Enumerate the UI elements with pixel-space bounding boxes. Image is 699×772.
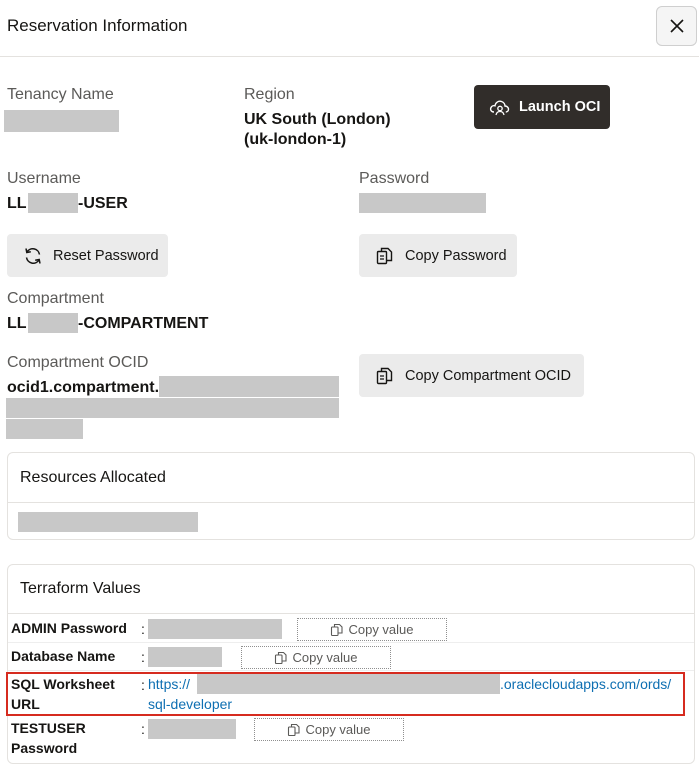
tf-colon: : — [141, 649, 145, 665]
resources-separator — [8, 502, 694, 503]
resources-allocated-title: Resources Allocated — [20, 469, 166, 486]
tf-colon: : — [141, 621, 145, 637]
tf-row-divider — [8, 670, 694, 671]
tf-admin-password-redacted — [148, 619, 282, 639]
tf-colon: : — [141, 721, 145, 737]
copy-icon — [375, 246, 395, 266]
copy-icon — [287, 723, 301, 737]
copy-password-label: Copy Password — [405, 247, 507, 264]
sql-worksheet-url-start[interactable]: https:// — [148, 674, 190, 694]
close-button[interactable] — [656, 6, 697, 46]
sql-worksheet-url-line2[interactable]: sql-developer — [148, 694, 232, 714]
sql-worksheet-url-redacted — [197, 674, 500, 694]
compartment-prefix: LL — [7, 315, 27, 332]
tf-testuser-password-copy-button[interactable]: Copy value — [254, 718, 404, 741]
reset-password-button[interactable]: Reset Password — [7, 234, 168, 277]
refresh-icon — [23, 246, 43, 266]
password-value-redacted — [359, 193, 486, 213]
compartment-suffix: -COMPARTMENT — [78, 315, 209, 332]
close-icon — [669, 19, 684, 33]
tf-admin-password-label: ADMIN Password — [11, 620, 127, 636]
tf-testuser-password-redacted — [148, 719, 236, 739]
resources-value-redacted — [18, 512, 198, 532]
tf-sql-worksheet-label-line1: SQL Worksheet — [11, 676, 115, 692]
terraform-values-title: Terraform Values — [20, 580, 141, 597]
copy-compartment-ocid-label: Copy Compartment OCID — [405, 367, 571, 384]
tf-colon: : — [141, 677, 145, 693]
username-suffix: -USER — [78, 195, 128, 212]
tf-testuser-password-label-line2: Password — [11, 740, 78, 756]
copy-value-label: Copy value — [348, 622, 414, 637]
region-value-line1: UK South (London) — [244, 111, 391, 128]
tf-database-name-copy-button[interactable]: Copy value — [241, 646, 391, 669]
region-value-line2: (uk-london-1) — [244, 131, 347, 148]
region-label: Region — [244, 86, 295, 103]
compartment-label: Compartment — [7, 290, 104, 307]
launch-oci-label: Launch OCI — [519, 99, 601, 115]
tf-sql-worksheet-label-line2: URL — [11, 696, 40, 712]
launch-oci-button[interactable]: Launch OCI — [474, 85, 610, 129]
tenancy-name-value-redacted — [4, 110, 119, 132]
sql-worksheet-url-end[interactable]: .oraclecloudapps.com/ords/ — [500, 674, 671, 694]
compartment-value-redacted — [28, 313, 78, 333]
username-label: Username — [7, 170, 81, 187]
tf-row-divider — [8, 642, 694, 643]
reset-password-label: Reset Password — [53, 247, 159, 264]
copy-icon — [274, 651, 288, 665]
copy-value-label: Copy value — [292, 650, 358, 665]
copy-compartment-ocid-button[interactable]: Copy Compartment OCID — [359, 354, 584, 397]
username-value-redacted — [28, 193, 78, 213]
copy-icon — [330, 623, 344, 637]
tf-admin-password-copy-button[interactable]: Copy value — [297, 618, 447, 641]
compartment-ocid-redacted-1 — [159, 376, 339, 397]
tenancy-name-label: Tenancy Name — [7, 86, 114, 103]
tf-database-name-redacted — [148, 647, 222, 667]
copy-value-label: Copy value — [305, 722, 371, 737]
compartment-ocid-redacted-3 — [6, 419, 83, 439]
copy-password-button[interactable]: Copy Password — [359, 234, 517, 277]
cloud-user-icon — [489, 97, 511, 117]
username-prefix: LL — [7, 195, 27, 212]
tf-database-name-label: Database Name — [11, 648, 116, 664]
terraform-separator — [8, 613, 694, 614]
password-label: Password — [359, 170, 430, 187]
tf-testuser-password-label-line1: TESTUSER — [11, 720, 86, 736]
header-divider — [0, 56, 699, 57]
compartment-ocid-redacted-2 — [6, 398, 339, 418]
copy-icon — [375, 366, 395, 386]
dialog-title: Reservation Information — [7, 16, 188, 35]
compartment-ocid-label: Compartment OCID — [7, 354, 149, 371]
compartment-ocid-prefix: ocid1.compartment. — [7, 379, 160, 396]
